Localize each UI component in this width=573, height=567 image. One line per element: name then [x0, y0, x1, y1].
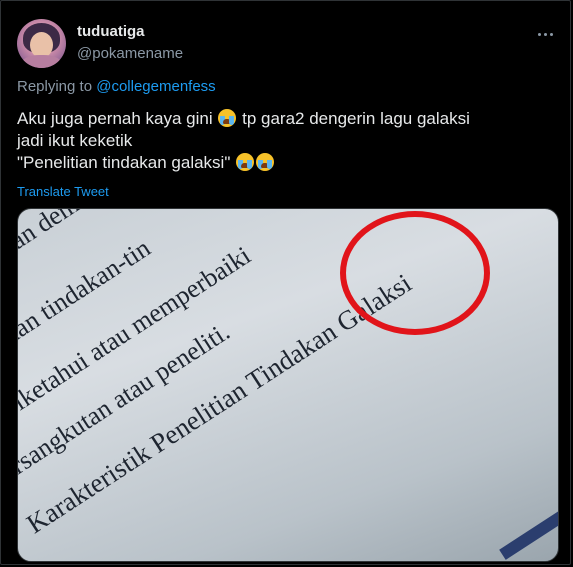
tweet-line1-part1: Aku juga pernah kaya gini — [17, 109, 213, 128]
tweet-line2: jadi ikut keketik — [17, 131, 133, 150]
loudly-crying-face-icon — [218, 109, 237, 127]
loudly-crying-face-icon — [256, 153, 275, 171]
avatar[interactable] — [17, 19, 66, 68]
avatar-body — [21, 55, 62, 68]
mention-link[interactable]: @collegemenfess — [96, 78, 215, 95]
more-options-icon[interactable] — [534, 27, 556, 41]
translate-tweet-link[interactable]: Translate Tweet — [17, 184, 109, 199]
tweet-card: tuduatiga @pokamename Replying to @colle… — [0, 0, 571, 565]
red-highlight-circle — [340, 211, 490, 335]
tweet-text: Aku juga pernah kaya gini tp gara2 denge… — [17, 108, 557, 174]
tweet-line3: "Penelitian tindakan galaksi" — [17, 153, 231, 172]
user-handle[interactable]: @pokamename — [77, 45, 183, 62]
loudly-crying-face-icon — [236, 153, 255, 171]
photo-corner-stripe — [499, 506, 558, 560]
tweet-line1-part2: tp gara2 dengerin lagu galaksi — [237, 109, 470, 128]
replying-to-label: Replying to — [17, 78, 97, 95]
photo-text-line: gan dem — [17, 208, 84, 263]
tweet-photo[interactable]: gan dem akan tindakan-tin Diketahui atau… — [17, 208, 559, 562]
replying-to: Replying to @collegemenfess — [17, 78, 216, 95]
display-name[interactable]: tuduatiga — [77, 23, 145, 40]
